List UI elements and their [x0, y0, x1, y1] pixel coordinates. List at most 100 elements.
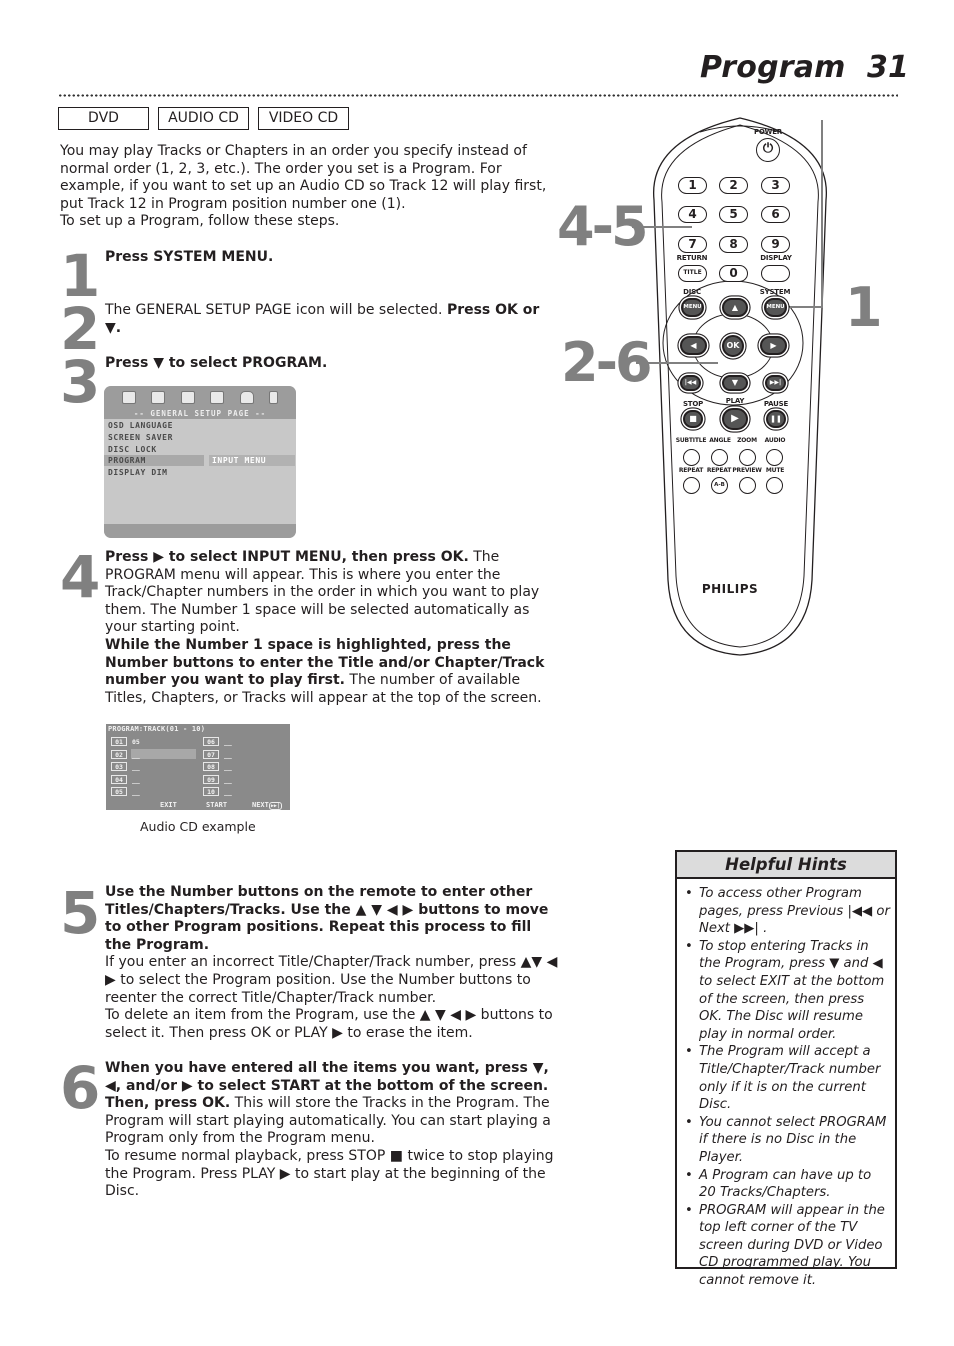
program-slot-position[interactable]: 05 [111, 787, 127, 796]
pause-icon: ❚❚ [770, 415, 782, 423]
digit-button-1[interactable]: 1 [678, 177, 707, 194]
down-button[interactable]: ▼ [722, 375, 748, 391]
disc-tag-audio-cd: AUDIO CD [158, 107, 249, 130]
preview-label: PREVIEW [732, 467, 762, 474]
ok-button[interactable]: OK [722, 335, 744, 357]
program-slot-position[interactable]: 01 [111, 737, 127, 746]
mute-label: MUTE [765, 467, 785, 474]
program-slot-value: __ [132, 750, 140, 759]
step-4-bold-1: Press ▶ to select INPUT MENU, then press… [105, 549, 469, 565]
helpful-hints-list: To access other Program pages, press Pre… [683, 885, 891, 1290]
step-number-5: 5 [60, 879, 100, 947]
exit-icon [269, 390, 279, 404]
power-label: POWER [754, 128, 782, 136]
program-start: START [206, 801, 228, 809]
program-slot-position[interactable]: 02 [111, 749, 127, 759]
subtitle-label: SUBTITLE [675, 437, 707, 444]
program-slot-position[interactable]: 06 [203, 737, 219, 746]
callout-2-6: 2-6 [561, 331, 653, 394]
repeat-ab-button[interactable]: A-B [711, 477, 728, 494]
intro: You may play Tracks or Chapters in an or… [60, 143, 560, 231]
pause-label: PAUSE [763, 400, 789, 408]
program-next: NEXT ▶▶| [252, 801, 282, 810]
zoom-button[interactable] [739, 449, 756, 466]
pause-button[interactable]: ❚❚ [766, 410, 786, 428]
previous-button[interactable]: |◀◀ [680, 375, 701, 391]
program-slot-position[interactable]: 08 [203, 762, 219, 771]
next-icon: ▶▶| [268, 802, 282, 810]
program-title: PROGRAM:TRACK(01 - 10) [108, 725, 206, 733]
disc-menu-button[interactable]: MENU [681, 298, 704, 317]
hint-item: You cannot select PROGRAM if there is no… [683, 1114, 891, 1167]
digit-button-8[interactable]: 8 [719, 236, 748, 253]
audio-button[interactable] [766, 449, 783, 466]
digit-button-4[interactable]: 4 [678, 206, 707, 223]
setup-footer [104, 524, 296, 538]
angle-button[interactable] [711, 449, 728, 466]
system-menu-button[interactable]: MENU [764, 298, 787, 317]
digit-button-6[interactable]: 6 [761, 206, 790, 223]
tv-icon [121, 390, 136, 404]
stop-button[interactable]: ■ [683, 410, 703, 428]
intro-followup: To set up a Program, follow these steps. [60, 213, 340, 230]
program-slot-value: __ [132, 775, 140, 784]
disc-tag-video-cd: VIDEO CD [258, 107, 349, 130]
play-button[interactable]: ▶ [722, 408, 748, 430]
lock-icon [239, 390, 254, 404]
display-label: DISPLAY [760, 254, 792, 262]
subtitle-button[interactable] [683, 449, 700, 466]
step-3-bold: Press ▼ to select PROGRAM. [105, 355, 328, 371]
digit-button-9[interactable]: 9 [761, 236, 790, 253]
setup-item: DISPLAY DIM [108, 468, 168, 477]
step-5-text: Use the Number buttons on the remote to … [105, 884, 560, 1042]
hint-item: A Program can have up to 20 Tracks/Chapt… [683, 1167, 891, 1202]
preview-button[interactable] [739, 477, 756, 494]
setup-item: DISC LOCK [108, 445, 157, 454]
program-slot-position[interactable]: 03 [111, 762, 127, 771]
audio-cd-caption: Audio CD example [140, 819, 256, 834]
program-slot-position[interactable]: 04 [111, 774, 127, 784]
program-slot-value: __ [132, 763, 140, 771]
left-button[interactable]: ◀ [680, 336, 707, 355]
program-slot-position[interactable]: 09 [203, 774, 219, 784]
callout-1-leader [790, 306, 823, 308]
callout-2-6-leader [636, 362, 718, 364]
right-arrow-icon: ▶ [770, 341, 777, 350]
audio-label: AUDIO [764, 437, 786, 444]
hint-item: To access other Program pages, press Pre… [683, 885, 891, 938]
display-button[interactable] [761, 265, 790, 282]
step-1-text: Press SYSTEM MENU. [105, 249, 560, 267]
digit-button-5[interactable]: 5 [719, 206, 748, 223]
program-slot-value: __ [132, 788, 140, 796]
stop-label: STOP [682, 400, 704, 408]
setup-item-selected: PROGRAM [108, 456, 146, 465]
repeat-button[interactable] [683, 477, 700, 494]
program-slot-position[interactable]: 07 [203, 749, 219, 759]
step-2-text: The GENERAL SETUP PAGE icon will be sele… [105, 302, 560, 337]
stop-icon: ■ [689, 414, 697, 423]
setup-item: SCREEN SAVER [108, 433, 173, 442]
program-slot-position[interactable]: 10 [203, 787, 219, 796]
callout-1: 1 [845, 276, 883, 339]
digit-button-7[interactable]: 7 [678, 236, 707, 253]
step-6-text: When you have entered all the items you … [105, 1060, 560, 1201]
disc-label: DISC [683, 288, 701, 296]
step-2-pre: The GENERAL SETUP PAGE icon will be sele… [105, 302, 447, 318]
digit-button-3[interactable]: 3 [761, 177, 790, 194]
digit-button-2[interactable]: 2 [719, 177, 748, 194]
digit-button-0[interactable]: 0 [719, 265, 748, 282]
remote-outline [653, 117, 827, 656]
next-button[interactable]: ▶▶| [765, 375, 786, 391]
title-return-button[interactable]: TITLE [678, 265, 707, 282]
right-button[interactable]: ▶ [760, 336, 787, 355]
power-button[interactable]: ⏻ [756, 138, 780, 162]
power-icon: ⏻ [762, 141, 774, 156]
mute-button[interactable] [766, 477, 783, 494]
step-1-bold: Press SYSTEM MENU. [105, 249, 274, 265]
up-button[interactable]: ▲ [722, 298, 748, 317]
up-arrow-icon: ▲ [731, 303, 739, 312]
step-6-text-2: To resume normal playback, press STOP ■ … [105, 1147, 554, 1200]
step-3-text: Press ▼ to select PROGRAM. [105, 355, 560, 373]
program-slot-highlight [131, 749, 196, 759]
program-exit: EXIT [160, 801, 177, 809]
